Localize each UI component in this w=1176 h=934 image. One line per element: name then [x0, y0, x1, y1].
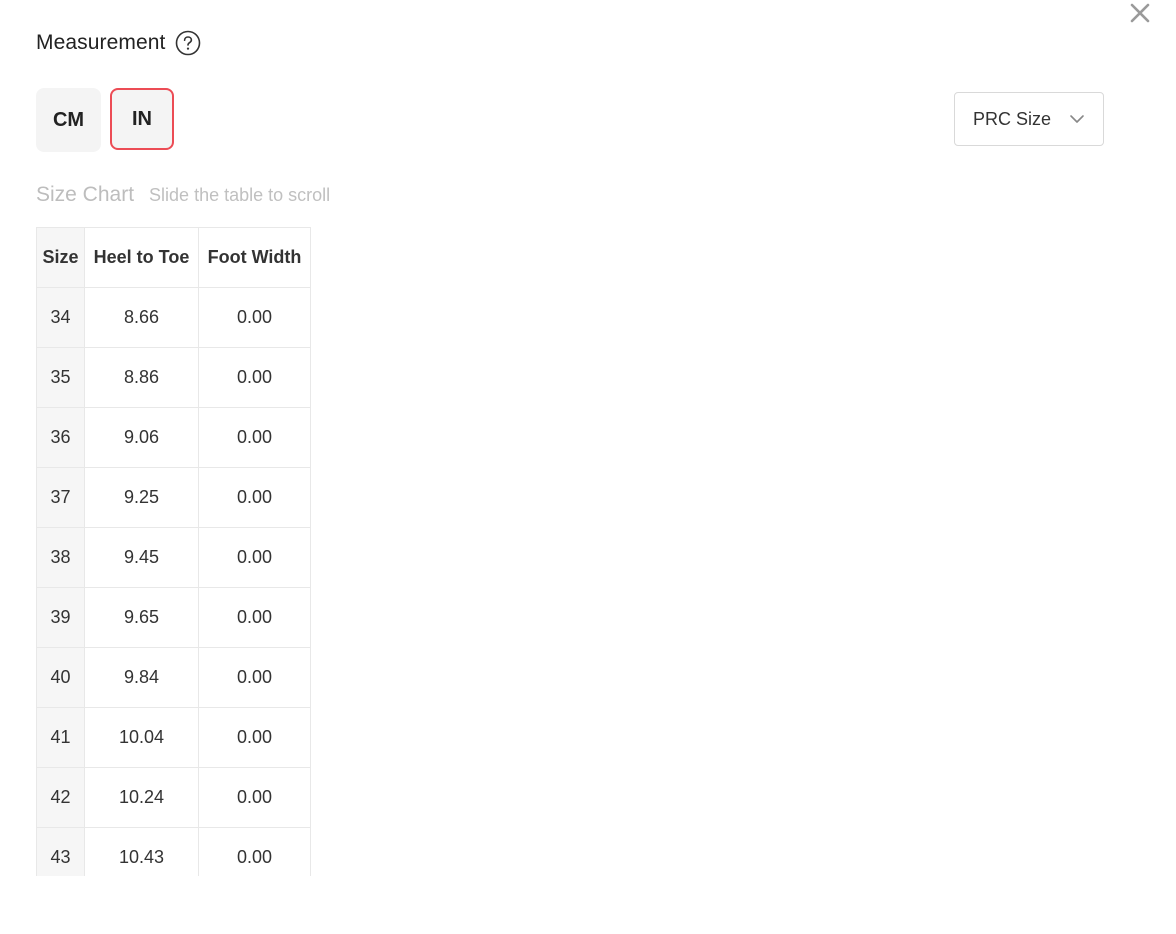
cell-size: 36: [36, 407, 85, 468]
cell-size: 34: [36, 287, 85, 348]
cell-foot-width: 0.00: [198, 827, 311, 876]
cell-foot-width: 0.00: [198, 647, 311, 708]
column-header-foot-width: Foot Width: [198, 227, 311, 288]
size-table: Size Heel to Toe Foot Width 34 8.66 0.00 35…: [36, 227, 311, 876]
table-row: 43 10.43 0.00: [36, 827, 311, 876]
unit-cm-button[interactable]: CM: [36, 88, 101, 152]
cell-heel-to-toe: 9.84: [84, 647, 199, 708]
cell-size: 42: [36, 767, 85, 828]
size-table-scroller[interactable]: Size Heel to Toe Foot Width 34 8.66 0.00 35…: [36, 227, 312, 876]
table-row: 40 9.84 0.00: [36, 647, 311, 708]
table-row: 38 9.45 0.00: [36, 527, 311, 588]
table-row: 35 8.86 0.00: [36, 347, 311, 408]
modal-title: Measurement: [36, 31, 166, 54]
header: Measurement: [36, 30, 201, 56]
scroll-hint: Slide the table to scroll: [149, 185, 331, 205]
cell-heel-to-toe: 10.04: [84, 707, 199, 768]
close-icon: [1130, 3, 1150, 23]
close-button[interactable]: [1127, 0, 1153, 26]
cell-heel-to-toe: 10.43: [84, 827, 199, 876]
chevron-down-icon: [1070, 115, 1084, 123]
size-system-value: PRC Size: [973, 108, 1052, 129]
table-row: 34 8.66 0.00: [36, 287, 311, 348]
size-chart-caption: Size Chart Slide the table to scroll: [36, 183, 330, 207]
table-row: 39 9.65 0.00: [36, 587, 311, 648]
cell-heel-to-toe: 9.06: [84, 407, 199, 468]
table-row: 36 9.06 0.00: [36, 407, 311, 468]
cell-size: 35: [36, 347, 85, 408]
cell-size: 40: [36, 647, 85, 708]
cell-heel-to-toe: 8.66: [84, 287, 199, 348]
unit-in-button[interactable]: IN: [110, 88, 174, 150]
cell-heel-to-toe: 10.24: [84, 767, 199, 828]
column-header-size: Size: [36, 227, 85, 288]
size-system-select[interactable]: PRC Size: [954, 92, 1104, 146]
cell-heel-to-toe: 8.86: [84, 347, 199, 408]
size-chart-title: Size Chart: [36, 183, 135, 206]
cell-size: 38: [36, 527, 85, 588]
table-header-row: Size Heel to Toe Foot Width: [36, 227, 311, 288]
cell-heel-to-toe: 9.45: [84, 527, 199, 588]
question-circle-icon[interactable]: [175, 30, 201, 56]
table-row: 41 10.04 0.00: [36, 707, 311, 768]
table-row: 37 9.25 0.00: [36, 467, 311, 528]
cell-foot-width: 0.00: [198, 587, 311, 648]
cell-foot-width: 0.00: [198, 527, 311, 588]
cell-size: 43: [36, 827, 85, 876]
cell-heel-to-toe: 9.65: [84, 587, 199, 648]
cell-heel-to-toe: 9.25: [84, 467, 199, 528]
cell-foot-width: 0.00: [198, 767, 311, 828]
cell-foot-width: 0.00: [198, 707, 311, 768]
cell-foot-width: 0.00: [198, 287, 311, 348]
cell-foot-width: 0.00: [198, 347, 311, 408]
column-header-heel-to-toe: Heel to Toe: [84, 227, 199, 288]
cell-foot-width: 0.00: [198, 467, 311, 528]
cell-size: 39: [36, 587, 85, 648]
cell-foot-width: 0.00: [198, 407, 311, 468]
table-row: 42 10.24 0.00: [36, 767, 311, 828]
cell-size: 37: [36, 467, 85, 528]
cell-size: 41: [36, 707, 85, 768]
